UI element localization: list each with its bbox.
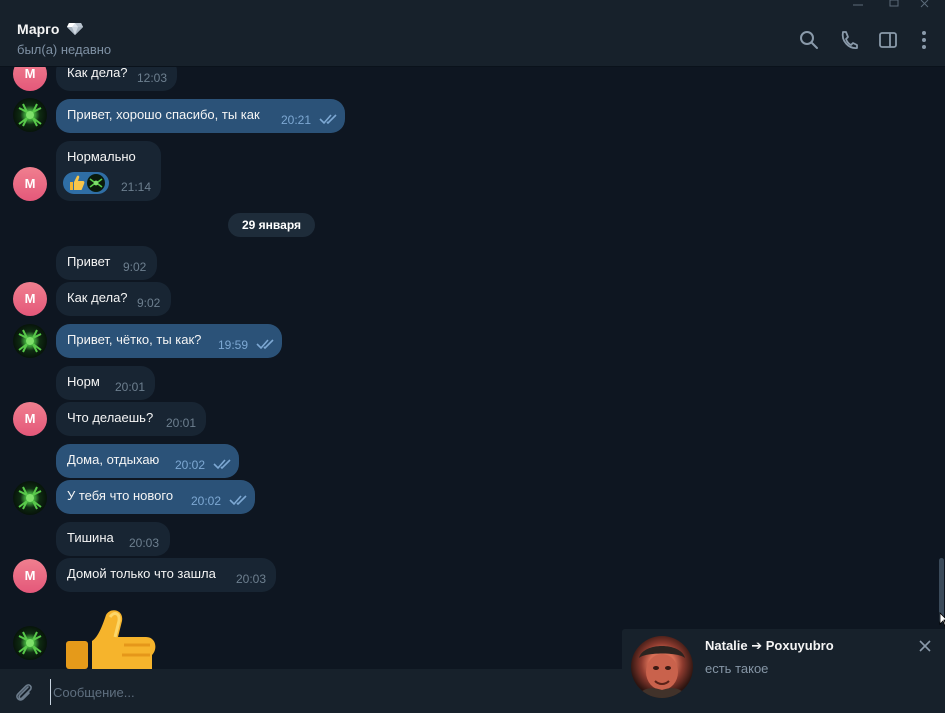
message-text: Как дела? xyxy=(67,67,128,80)
reaction-avatar-icon xyxy=(87,174,105,192)
message-bubble-in[interactable]: Домой только что зашла 20:03 xyxy=(56,558,276,592)
phone-icon[interactable] xyxy=(838,29,860,51)
bot-avatar-icon xyxy=(18,486,42,510)
close-window-button[interactable] xyxy=(918,0,932,10)
message-bubble-out[interactable]: Дома, отдыхаю 20:02 xyxy=(56,444,239,478)
message-text: Нормально xyxy=(67,149,136,164)
sidebar-toggle-icon[interactable] xyxy=(877,29,899,51)
my-avatar[interactable] xyxy=(13,98,47,132)
telegram-window: Марго был(а) недавно М Как дела? 12:03 П… xyxy=(0,0,945,713)
message-text: Привет xyxy=(67,254,111,269)
message-time: 20:02 xyxy=(175,458,206,472)
paperclip-icon[interactable] xyxy=(13,681,35,703)
message-input[interactable] xyxy=(50,679,610,705)
message-bubble-in[interactable]: Норм 20:01 xyxy=(56,366,155,400)
message-text: Что делаешь? xyxy=(67,410,154,425)
message-bubble-out[interactable]: Привет, хорошо спасибо, ты как 20:21 xyxy=(56,99,345,133)
message-bubble-in[interactable]: Нормально 21:14 xyxy=(56,141,161,201)
notification-popup[interactable]: Natalie ➔ Poxuyubro есть такое xyxy=(622,629,945,713)
message-time: 12:03 xyxy=(137,71,168,85)
message-bubble-in[interactable]: Что делаешь? 20:01 xyxy=(56,402,206,436)
bot-avatar-icon xyxy=(18,631,42,655)
date-divider: 29 января xyxy=(228,213,315,237)
bot-avatar-icon xyxy=(18,329,42,353)
bot-avatar-icon xyxy=(18,103,42,127)
person-avatar-icon xyxy=(637,646,687,698)
contact-avatar[interactable]: М xyxy=(13,402,47,436)
my-avatar[interactable] xyxy=(13,481,47,515)
message-time: 20:21 xyxy=(281,113,312,127)
message-text: Тишина xyxy=(67,530,114,545)
message-bubble-in[interactable]: Как дела? 12:03 xyxy=(56,67,177,91)
gem-icon xyxy=(67,23,84,35)
message-text: Домой только что зашла xyxy=(67,566,216,581)
close-icon[interactable] xyxy=(918,639,932,653)
notification-text: есть такое xyxy=(705,661,769,676)
double-check-icon xyxy=(319,114,337,125)
message-bubble-in[interactable]: Привет 9:02 xyxy=(56,246,157,280)
message-time: 20:01 xyxy=(115,380,146,394)
message-time: 21:14 xyxy=(121,180,152,194)
message-time: 20:03 xyxy=(236,572,267,586)
contact-avatar[interactable]: М xyxy=(13,282,47,316)
mouse-cursor-icon xyxy=(939,612,945,627)
notification-title: Natalie ➔ Poxuyubro xyxy=(705,638,834,653)
message-text: Дома, отдыхаю xyxy=(67,452,160,467)
minimize-button[interactable] xyxy=(851,0,865,10)
maximize-button[interactable] xyxy=(887,0,901,10)
message-bubble-out[interactable]: У тебя что нового 20:02 xyxy=(56,480,255,514)
notification-avatar xyxy=(631,636,693,698)
double-check-icon xyxy=(256,339,274,350)
message-text: Как дела? xyxy=(67,290,128,305)
message-time: 9:02 xyxy=(137,296,161,310)
my-avatar[interactable] xyxy=(13,626,47,660)
message-text: Привет, хорошо спасибо, ты как xyxy=(67,107,260,122)
thumbs-up-icon[interactable] xyxy=(67,173,87,193)
chat-status: был(а) недавно xyxy=(17,42,112,57)
contact-avatar[interactable]: М xyxy=(13,67,47,91)
message-time: 20:03 xyxy=(129,536,160,550)
message-history[interactable]: М Как дела? 12:03 Привет, хорошо спасибо… xyxy=(0,67,945,669)
message-time: 9:02 xyxy=(123,260,147,274)
window-titlebar xyxy=(0,0,945,12)
chat-title[interactable]: Марго xyxy=(17,21,84,37)
contact-avatar[interactable]: М xyxy=(13,167,47,201)
message-text: Норм xyxy=(67,374,100,389)
more-vertical-icon[interactable] xyxy=(913,29,935,51)
message-bubble-out[interactable]: Привет, чётко, ты как? 19:59 xyxy=(56,324,282,358)
my-avatar[interactable] xyxy=(13,324,47,358)
message-bubble-in[interactable]: Тишина 20:03 xyxy=(56,522,170,556)
message-bubble-in[interactable]: Как дела? 9:02 xyxy=(56,282,171,316)
chat-title-text: Марго xyxy=(17,21,60,37)
double-check-icon xyxy=(213,459,231,470)
close-window-icon xyxy=(920,0,929,8)
chat-header[interactable]: Марго был(а) недавно xyxy=(0,12,945,67)
message-time: 19:59 xyxy=(218,338,249,352)
search-icon[interactable] xyxy=(798,29,820,51)
composer-bar xyxy=(0,669,622,713)
message-time: 20:01 xyxy=(166,416,197,430)
message-text: У тебя что нового xyxy=(67,488,174,503)
reactions-bar[interactable] xyxy=(63,172,109,194)
minimize-icon xyxy=(853,4,863,6)
thumbs-up-sticker[interactable] xyxy=(62,607,160,669)
contact-avatar[interactable]: М xyxy=(13,559,47,593)
message-time: 20:02 xyxy=(191,494,222,508)
double-check-icon xyxy=(229,495,247,506)
message-text: Привет, чётко, ты как? xyxy=(67,332,202,347)
maximize-icon xyxy=(889,0,899,7)
